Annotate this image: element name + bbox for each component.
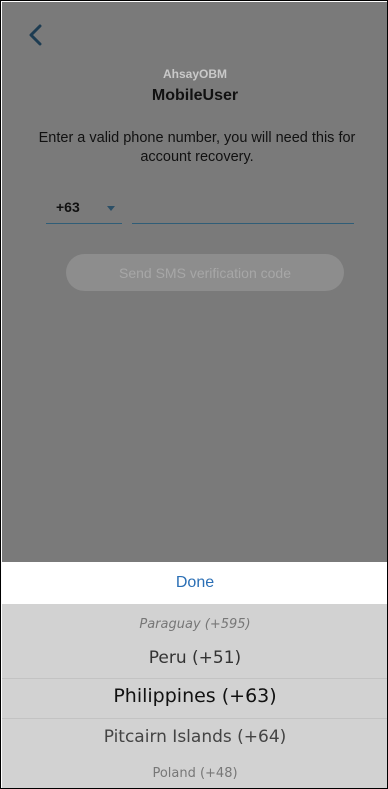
- user-name: MobileUser: [151, 87, 239, 104]
- country-code-value: +63: [56, 199, 80, 215]
- picker-toolbar: Done: [2, 562, 387, 604]
- send-sms-button[interactable]: Send SMS verification code: [66, 254, 344, 291]
- picker-option[interactable]: Peru (+51): [2, 648, 387, 668]
- country-picker[interactable]: Paraguay (+595) Peru (+51) Philippines (…: [2, 604, 387, 788]
- dimmed-screen: AhsayOBM MobileUser Enter a valid phone …: [2, 2, 387, 604]
- picker-option-selected[interactable]: Philippines (+63): [2, 685, 387, 707]
- phone-number-input[interactable]: [132, 197, 354, 224]
- selection-divider-top: [2, 678, 387, 679]
- app-frame: AhsayOBM MobileUser Enter a valid phone …: [0, 0, 388, 789]
- picker-option[interactable]: Pitcairn Islands (+64): [2, 727, 387, 747]
- picker-option[interactable]: Poland (+48): [2, 766, 387, 781]
- country-code-select[interactable]: +63: [46, 197, 122, 224]
- app-name: AhsayOBM: [162, 67, 227, 81]
- back-button[interactable]: [24, 22, 48, 48]
- done-button[interactable]: Done: [176, 574, 214, 592]
- dropdown-caret-icon: [107, 206, 115, 211]
- chevron-left-icon: [29, 24, 42, 46]
- picker-option[interactable]: Paraguay (+595): [2, 617, 387, 632]
- instruction-text: Enter a valid phone number, you will nee…: [38, 130, 356, 165]
- selection-divider-bottom: [2, 718, 387, 719]
